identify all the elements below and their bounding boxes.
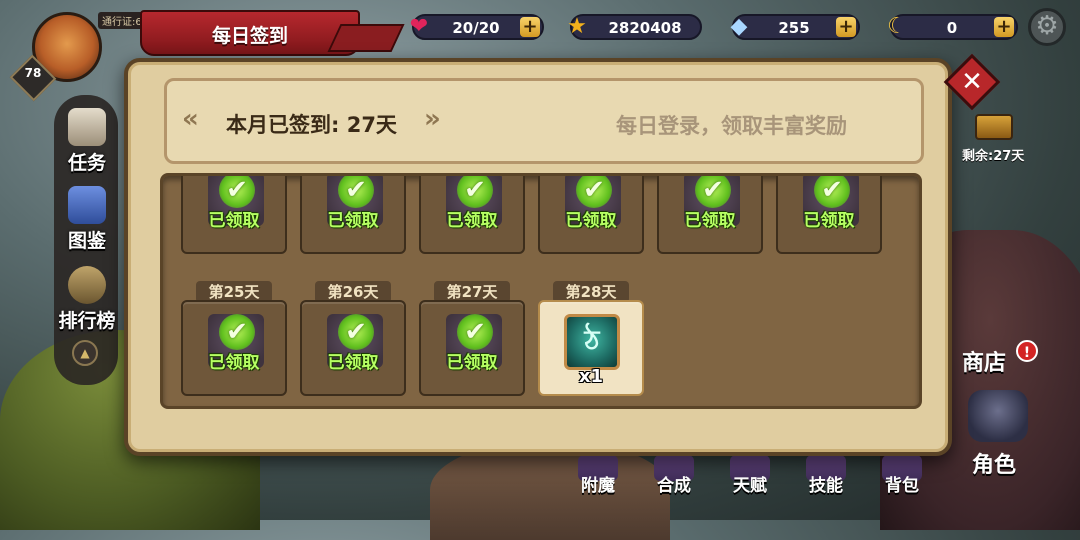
reward-cell-day-28[interactable]: ঠ x1 [538, 300, 644, 396]
checkmark-icon: ✔ [457, 314, 493, 350]
player-level: 78 [24, 66, 42, 80]
leaderboard-label: 排行榜 [58, 310, 116, 332]
shop-alert-badge: ! [1016, 340, 1038, 362]
moon-value: 0 [946, 19, 958, 37]
reward-cell-claimed[interactable]: ✔ 已领取 [419, 176, 525, 254]
reward-cell-claimed[interactable]: ✔ 已领取 [538, 176, 644, 254]
chevron-left-deco-icon: « [182, 104, 199, 134]
skill-button[interactable]: 技能 [794, 455, 858, 515]
enchant-button[interactable]: 附魔 [566, 455, 630, 515]
rune-item-icon: ঠ [564, 314, 620, 370]
codex-button[interactable]: 图鉴 [54, 186, 120, 256]
claimed-label: 已领取 [327, 353, 379, 373]
reward-cell-day-27[interactable]: ✔ 已领取 [419, 300, 525, 396]
ticket-icon[interactable] [975, 114, 1013, 140]
reward-cell-claimed[interactable]: ✔ 已领取 [300, 176, 406, 254]
diamond-resource: ◆ 255 + [731, 14, 860, 40]
merge-label: 合成 [657, 476, 691, 496]
diamond-icon: ◆ [730, 14, 748, 39]
merge-button[interactable]: 合成 [642, 455, 706, 515]
add-moon-button[interactable]: + [994, 17, 1014, 37]
reward-cell-day-26[interactable]: ✔ 已领取 [300, 300, 406, 396]
talent-label: 天赋 [733, 476, 767, 496]
moon-resource: ☾ 0 + [887, 14, 1018, 40]
checkmark-icon: ✔ [814, 176, 850, 208]
bag-label: 背包 [885, 476, 919, 496]
claimed-label: 已领取 [327, 211, 379, 231]
reward-cell-claimed[interactable]: ✔ 已领取 [657, 176, 763, 254]
diamond-value: 255 [778, 19, 810, 37]
heart-icon: ❤ [409, 14, 429, 39]
gold-value: 2820408 [608, 19, 682, 37]
checkmark-icon: ✔ [576, 176, 612, 208]
energy-resource: ❤ 20/20 + [410, 14, 544, 40]
reward-cell-claimed[interactable]: ✔ 已领取 [776, 176, 882, 254]
star-icon: ★ [567, 14, 587, 39]
gold-resource: ★ 2820408 [567, 14, 702, 40]
scroll-icon [68, 108, 106, 146]
close-icon[interactable]: ✕ [952, 62, 992, 102]
reward-grid: ✔ 已领取 ✔ 已领取 ✔ 已领取 ✔ 已领取 ✔ 已领取 ✔ 已领取 第25天… [160, 173, 922, 409]
shop-button[interactable]: 商店 [962, 345, 1006, 377]
talent-button[interactable]: 天赋 [718, 455, 782, 515]
energy-value: 20/20 [452, 19, 500, 37]
claimed-label: 已领取 [446, 353, 498, 373]
dialog-title: 每日签到 [211, 25, 288, 47]
book-icon [68, 186, 106, 224]
moon-icon: ☾ [887, 14, 907, 39]
remaining-days-label: 剩余:27天 [962, 149, 1025, 164]
reward-cell-claimed[interactable]: ✔ 已领取 [181, 176, 287, 254]
task-button[interactable]: 任务 [54, 108, 120, 178]
checkmark-icon: ✔ [219, 176, 255, 208]
settings-gear-icon[interactable]: ⚙ [1028, 8, 1066, 46]
codex-label: 图鉴 [67, 230, 106, 252]
bag-button[interactable]: 背包 [870, 455, 934, 515]
leaderboard-button[interactable]: 排行榜 [54, 266, 120, 336]
add-energy-button[interactable]: + [520, 17, 540, 37]
claimed-label: 已领取 [208, 353, 260, 373]
reward-cell-day-25[interactable]: ✔ 已领取 [181, 300, 287, 396]
claimed-label: 已领取 [446, 211, 498, 231]
claimed-label: 已领取 [565, 211, 617, 231]
character-helmet-icon[interactable] [968, 390, 1028, 442]
checkmark-icon: ✔ [457, 176, 493, 208]
add-diamond-button[interactable]: + [836, 17, 856, 37]
dialog-title-banner: 每日签到 [140, 10, 360, 56]
signin-slogan: 每日登录，领取丰富奖励 [616, 114, 847, 138]
enchant-label: 附魔 [581, 476, 615, 496]
skill-label: 技能 [809, 476, 843, 496]
task-label: 任务 [67, 152, 106, 174]
chevron-right-deco-icon: » [424, 104, 441, 134]
collapse-arrow-icon[interactable]: ▲ [72, 340, 98, 366]
checkmark-icon: ✔ [219, 314, 255, 350]
claimed-label: 已领取 [803, 211, 855, 231]
checkmark-icon: ✔ [695, 176, 731, 208]
signed-days-count: 本月已签到: 27天 [226, 113, 397, 137]
claimed-label: 已领取 [208, 211, 260, 231]
helmet-icon [68, 266, 106, 304]
checkmark-icon: ✔ [338, 314, 374, 350]
checkmark-icon: ✔ [338, 176, 374, 208]
reward-quantity: x1 [578, 366, 604, 387]
claimed-label: 已领取 [684, 211, 736, 231]
character-button[interactable]: 角色 [972, 447, 1016, 479]
